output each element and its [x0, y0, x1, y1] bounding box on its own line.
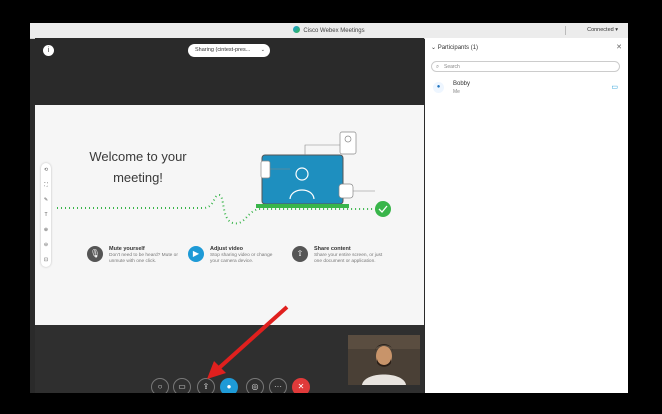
sharing-label: Sharing (cintest-pres...	[195, 47, 251, 53]
microphone-icon: 🎙	[87, 246, 103, 262]
search-placeholder: Search	[444, 64, 460, 70]
participant-name: Bobby	[453, 81, 471, 87]
video-camera-icon[interactable]: ▭	[611, 83, 618, 91]
window-title: Cisco Webex Meetings	[30, 26, 628, 34]
sharing-dropdown[interactable]: Sharing (cintest-pres... ⌄	[188, 44, 270, 57]
meeting-controls: ○ ▭ ⇪ ● ◎ ··· ✕	[35, 378, 424, 393]
search-input[interactable]: ⌕ Search	[431, 61, 620, 72]
pointer-icon[interactable]: ⟲	[41, 163, 51, 178]
more-button[interactable]: ···	[269, 378, 287, 393]
close-icon[interactable]: ✕	[616, 43, 622, 51]
leave-button[interactable]: ✕	[292, 378, 310, 393]
mute-button[interactable]: ○	[151, 378, 169, 393]
feature-desc: Don't need to be heard? Mute or unmute w…	[109, 253, 178, 264]
stage-top-bar: i Sharing (cintest-pres... ⌄	[35, 38, 424, 105]
chevron-down-icon: ⌄	[260, 47, 265, 53]
participants-header-text: Participants (1)	[437, 45, 479, 51]
video-button[interactable]: ▭	[173, 378, 191, 393]
participant-row[interactable]: ● Bobby Me ▭	[433, 80, 618, 100]
participants-panel: ⌄ Participants (1) ✕ ⌕ Search ● Bobby Me …	[425, 38, 628, 393]
welcome-illustration	[57, 131, 391, 225]
annotation-toolbar: ⟲ ⛶ ✎ T ⊕ ⊖ ⊡	[41, 163, 51, 267]
feature-desc: Stop sharing video or change your camera…	[210, 253, 273, 264]
zoom-out-icon[interactable]: ⊖	[41, 238, 51, 253]
laptop-base	[256, 204, 349, 208]
meeting-stage: i Sharing (cintest-pres... ⌄ ⟲ ⛶ ✎ T ⊕ ⊖…	[35, 38, 424, 393]
success-check-icon	[375, 201, 391, 217]
participants-header[interactable]: ⌄ Participants (1)	[431, 44, 478, 51]
record-button[interactable]: ◎	[246, 378, 264, 393]
select-icon[interactable]: ⛶	[41, 178, 51, 193]
info-icon[interactable]: i	[43, 45, 54, 56]
text-icon[interactable]: T	[41, 208, 51, 223]
feature-desc: Share your entire screen, or just one do…	[314, 253, 383, 264]
participants-button[interactable]: ●	[220, 378, 238, 393]
welcome-heading: Welcome to your meeting!	[89, 149, 187, 185]
feature-title: Share content	[314, 246, 351, 252]
search-icon: ⌕	[436, 64, 440, 70]
webex-logo-icon	[293, 26, 301, 33]
feature-title: Adjust video	[210, 246, 244, 252]
camera-icon: ▶	[188, 246, 204, 262]
zoom-in-icon[interactable]: ⊕	[41, 223, 51, 238]
feature-title: Mute yourself	[109, 246, 145, 252]
share-button[interactable]: ⇪	[197, 378, 215, 393]
connection-status[interactable]: Connected ▾	[587, 27, 618, 33]
window-title-text: Cisco Webex Meetings	[303, 28, 365, 34]
share-icon: ⇧	[292, 246, 308, 262]
avatar: ●	[433, 82, 444, 93]
participant-sub: Me	[453, 89, 460, 95]
title-bar: Cisco Webex Meetings Connected ▾	[30, 23, 628, 39]
welcome-content: ⟲ ⛶ ✎ T ⊕ ⊖ ⊡ Welcome to your meeting! 🎙…	[35, 105, 424, 325]
webex-window: Cisco Webex Meetings Connected ▾ i Shari…	[30, 23, 628, 393]
pen-icon[interactable]: ✎	[41, 193, 51, 208]
title-separator	[565, 26, 566, 35]
connection-status-text: Connected	[587, 27, 614, 33]
fit-icon[interactable]: ⊡	[41, 253, 51, 268]
